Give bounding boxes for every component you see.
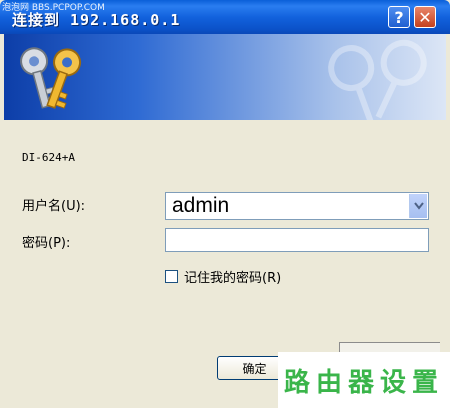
password-field[interactable] [165,228,429,252]
remember-label: 记住我的密码(R) [184,271,282,286]
site-watermark-bottom: 路由器设置 [278,352,450,408]
help-button[interactable]: ? [388,6,410,28]
remember-password[interactable]: 记住我的密码(R) [165,267,281,286]
window-title: 连接到 192.168.0.1 [12,11,181,29]
title-bar[interactable]: 泡泡网 BBS.PCPOP.COM 连接到 192.168.0.1 ? ✕ [0,0,450,34]
password-label: 密码(P): [22,236,71,251]
username-label: 用户名(U): [22,199,86,214]
close-button[interactable]: ✕ [414,6,436,28]
username-value: admin [172,194,230,217]
username-combobox[interactable]: admin [165,192,429,220]
chevron-down-icon[interactable] [409,194,427,218]
keys-icon [20,47,82,109]
keys-watermark-icon [328,39,427,120]
remember-checkbox[interactable] [165,270,178,283]
device-name: DI-624+A [22,151,75,164]
dialog-banner [4,34,446,120]
login-dialog: 泡泡网 BBS.PCPOP.COM 连接到 192.168.0.1 ? ✕ DI… [0,0,450,408]
